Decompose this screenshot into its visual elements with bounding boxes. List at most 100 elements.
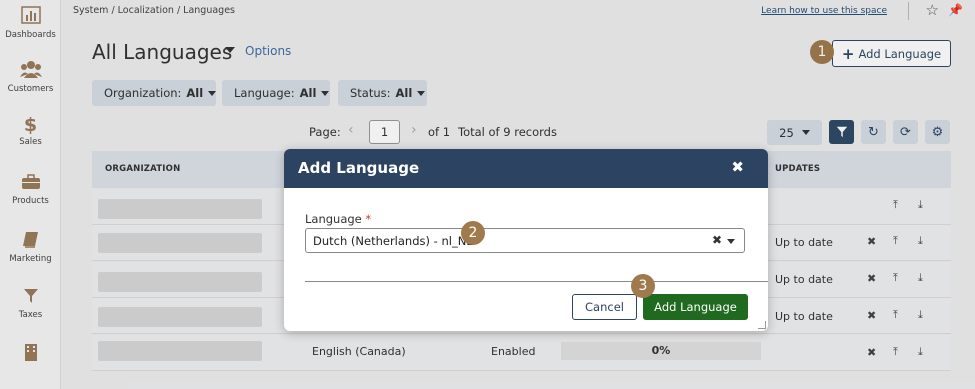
book-icon [0, 231, 61, 252]
download-icon[interactable]: ⤓ [918, 308, 923, 322]
page-title: All Languages [92, 40, 233, 64]
cancel-button[interactable]: Cancel [572, 294, 637, 320]
help-link[interactable]: Learn how to use this space [761, 6, 887, 16]
sidebar-item-products[interactable]: Products [0, 174, 61, 206]
chevron-down-icon [208, 90, 217, 96]
sidebar-item-label: Dashboards [5, 30, 56, 40]
filter-value: All [299, 86, 317, 100]
language-cell: English (Canada) [312, 345, 406, 358]
filter-language[interactable]: Language: All [222, 80, 330, 106]
sidebar-item-label: Taxes [18, 310, 43, 320]
refresh-button[interactable]: ↻ [861, 120, 886, 144]
bar-chart-icon [0, 6, 61, 28]
column-header-updates[interactable]: UPDATES [775, 164, 820, 174]
refresh-icon: ↻ [868, 124, 879, 140]
placeholder-cell [98, 233, 262, 253]
upload-icon[interactable]: ⤒ [893, 308, 898, 322]
sync-icon: ⟳ [900, 124, 911, 140]
confirm-add-language-button[interactable]: Add Language [643, 294, 748, 320]
sidebar-item-marketing[interactable]: Marketing [0, 231, 61, 264]
resize-handle[interactable] [758, 321, 766, 329]
filter-organization[interactable]: Organization: All [92, 80, 217, 106]
page-count: of 1 [428, 125, 451, 139]
page-label: Page: [309, 125, 341, 139]
download-icon[interactable]: ⤓ [918, 198, 923, 212]
download-icon[interactable]: ⤓ [918, 234, 923, 248]
record-count: Total of 9 records [458, 125, 557, 139]
divider [908, 2, 909, 20]
sync-button[interactable]: ⟳ [893, 120, 918, 144]
sidebar-item-sales[interactable]: $ Sales [0, 115, 61, 147]
settings-button[interactable]: ⚙ [925, 120, 950, 144]
placeholder-cell [98, 199, 262, 219]
star-icon[interactable]: ☆ [926, 1, 939, 19]
sidebar-item-taxes[interactable]: Taxes [0, 288, 61, 320]
filter-status[interactable]: Status: All [338, 80, 427, 106]
status-cell: Enabled [491, 345, 536, 358]
upload-icon[interactable]: ⤒ [893, 198, 898, 212]
placeholder-cell [98, 272, 262, 292]
per-page-select[interactable]: 25 [767, 120, 822, 145]
sidebar-item-label: Products [12, 196, 49, 206]
add-language-dialog: Add Language ✖ Language * Dutch (Netherl… [284, 149, 768, 331]
progress-bar: 0% [561, 342, 761, 360]
upload-icon[interactable]: ⤒ [893, 234, 898, 248]
upload-icon[interactable]: ⤒ [893, 271, 898, 285]
breadcrumb: System / Localization / Languages [73, 5, 236, 16]
funnel-icon [0, 288, 61, 308]
pin-icon[interactable]: 📌 [948, 3, 963, 17]
filter-toggle-button[interactable] [829, 120, 854, 144]
funnel-icon [836, 126, 847, 138]
placeholder-cell [98, 307, 262, 327]
sidebar-item-customers[interactable]: Customers [0, 60, 61, 94]
plus-icon: + [841, 44, 855, 63]
gear-icon: ⚙ [931, 124, 944, 140]
column-header-organization[interactable]: ORGANIZATION [105, 164, 180, 174]
download-icon[interactable]: ⤓ [918, 345, 923, 359]
dialog-header: Add Language ✖ [284, 149, 768, 188]
step-badge-1: 1 [810, 40, 834, 64]
close-icon[interactable]: ✖ [867, 272, 876, 285]
download-icon[interactable]: ⤓ [918, 271, 923, 285]
close-icon[interactable]: ✖ [867, 309, 876, 322]
language-select[interactable]: Dutch (Netherlands) - nl_NL ✖ [305, 228, 745, 253]
chevron-down-icon [321, 90, 330, 96]
chevron-left-icon[interactable]: ‹ [348, 122, 354, 138]
close-icon[interactable]: ✖ [867, 235, 876, 248]
add-language-label: Add Language [858, 46, 942, 61]
step-badge-3: 3 [631, 274, 655, 298]
chevron-down-icon [801, 130, 810, 135]
sidebar-item-label: Customers [7, 84, 54, 94]
sidebar-item-building[interactable] [0, 343, 61, 365]
language-field-label: Language * [305, 212, 371, 226]
clear-icon[interactable]: ✖ [712, 233, 722, 247]
updates-status: Up to date [775, 236, 833, 249]
users-icon [0, 60, 61, 82]
required-marker: * [365, 212, 372, 226]
dollar-icon: $ [23, 114, 38, 136]
filter-label: Language: [234, 86, 295, 100]
updates-status: Up to date [775, 273, 833, 286]
sidebar-item-label: Marketing [9, 254, 52, 264]
briefcase-icon [0, 174, 61, 194]
per-page-value: 25 [779, 125, 794, 140]
close-icon[interactable]: ✖ [731, 158, 744, 176]
building-icon [0, 343, 61, 365]
dialog-title: Add Language [298, 159, 420, 177]
upload-icon[interactable]: ⤒ [893, 345, 898, 359]
chevron-down-icon[interactable] [225, 47, 235, 53]
filter-label: Status: [350, 86, 391, 100]
close-icon[interactable]: ✖ [867, 346, 876, 359]
add-language-button[interactable]: + Add Language [832, 40, 951, 67]
field-label-text: Language [305, 212, 362, 226]
filter-value: All [395, 86, 413, 100]
top-bar: System / Localization / Languages Learn … [61, 0, 975, 24]
options-link[interactable]: Options [245, 44, 291, 58]
chevron-down-icon[interactable] [727, 239, 735, 244]
divider [305, 281, 768, 282]
chevron-down-icon [417, 90, 426, 96]
sidebar-item-dashboards[interactable]: Dashboards [0, 6, 61, 40]
chevron-right-icon[interactable]: › [411, 122, 417, 138]
language-select-value: Dutch (Netherlands) - nl_NL [313, 234, 473, 248]
page-input[interactable]: 1 [369, 120, 400, 144]
